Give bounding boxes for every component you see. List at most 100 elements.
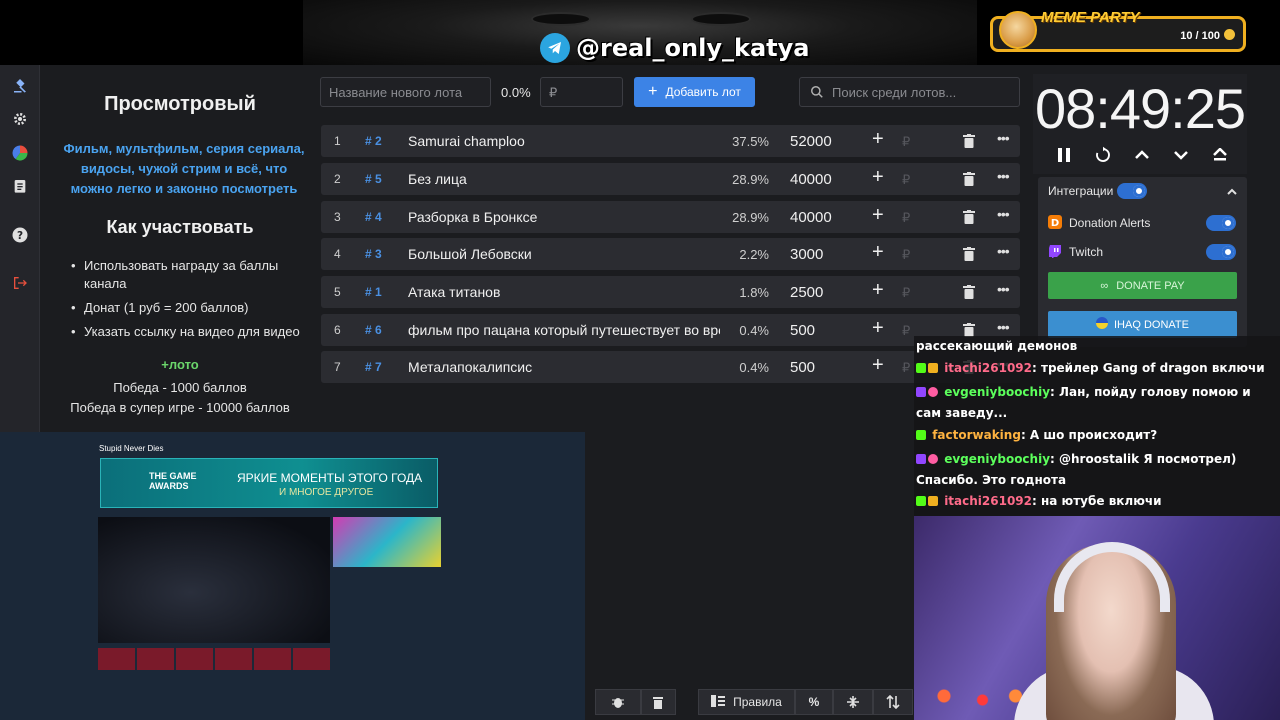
add-lot-button[interactable]: + Добавить лот (634, 77, 755, 107)
delete-all-icon[interactable] (641, 689, 676, 715)
trash-icon[interactable] (963, 210, 975, 227)
rub-input[interactable]: ₽ (902, 134, 910, 150)
lot-id[interactable]: # 1 (365, 285, 382, 299)
table-row[interactable]: 1 # 2 Samurai champloo 37.5% 52000 + ₽ •… (321, 125, 1020, 157)
add-amount-button[interactable]: + (872, 241, 884, 264)
chat-message-text: : на ютубе включи (1032, 494, 1162, 508)
kick-badge-icon (916, 496, 926, 506)
table-row[interactable]: 2 # 5 Без лица 28.9% 40000 + ₽ ••• (321, 163, 1020, 195)
lot-id[interactable]: # 3 (365, 247, 382, 261)
chevron-up-icon[interactable] (1227, 183, 1237, 201)
add-amount-button[interactable]: + (872, 354, 884, 377)
meme-party-widget: MEME PARTY 10 / 100 (990, 9, 1246, 52)
lot-id[interactable]: # 4 (365, 210, 382, 224)
help-icon[interactable]: ? (10, 225, 30, 245)
lot-percent: 1.8% (739, 285, 769, 300)
search-icon (810, 85, 824, 102)
double-up-icon[interactable] (1209, 144, 1231, 166)
rub-input[interactable]: ₽ (902, 210, 910, 226)
new-lot-input[interactable]: Название нового лота (320, 77, 491, 107)
donation-alerts-toggle[interactable] (1206, 215, 1236, 231)
lot-percent: 28.9% (732, 210, 769, 225)
chat-message-text: рассекающий демонов (916, 339, 1078, 353)
lot-id[interactable]: # 6 (365, 323, 382, 337)
search-input[interactable]: Поиск среди лотов... (799, 77, 1020, 107)
chevron-up-icon[interactable] (1131, 144, 1153, 166)
sort-icon[interactable] (873, 689, 913, 715)
chat-message: itachi261092: трейлер Gang of dragon вкл… (916, 358, 1276, 379)
trash-icon[interactable] (963, 172, 975, 189)
trash-icon[interactable] (963, 285, 975, 302)
twitch-badge-icon (916, 387, 926, 397)
doge-icon (999, 11, 1037, 49)
chat-message: evgeniyboochiy: @hroostalik Я посмотрел)… (916, 449, 1276, 491)
rub-input[interactable]: ₽ (902, 172, 910, 188)
add-amount-button[interactable]: + (872, 279, 884, 302)
list-item: Указать ссылку на видео для видео (71, 323, 311, 341)
lot-name[interactable]: Атака титанов (408, 284, 720, 300)
lot-id[interactable]: # 2 (365, 134, 382, 148)
percent-button[interactable]: % (795, 689, 833, 715)
lot-name[interactable]: Samurai champloo (408, 133, 720, 149)
list-item: Использовать награду за баллы канала (71, 257, 311, 293)
add-amount-button[interactable]: + (872, 204, 884, 227)
lot-name[interactable]: Без лица (408, 171, 720, 187)
compress-icon[interactable] (833, 689, 873, 715)
lot-index: 7 (334, 360, 341, 374)
more-icon[interactable]: ••• (997, 130, 1010, 146)
banner-headline: ЯРКИЕ МОМЕНТЫ ЭТОГО ГОДА (237, 471, 423, 485)
lot-name[interactable]: Большой Лебовски (408, 246, 720, 262)
plus-icon: + (648, 83, 658, 100)
trash-icon[interactable] (963, 247, 975, 264)
rub-input[interactable]: ₽ (902, 285, 910, 301)
rub-input[interactable]: ₽ (902, 360, 910, 376)
integrations-title: Интеграции (1048, 184, 1114, 198)
more-icon[interactable]: ••• (997, 168, 1010, 184)
lot-name[interactable]: Разборка в Бронксе (408, 209, 720, 225)
clipboard-icon[interactable] (10, 176, 30, 196)
twitch-toggle[interactable] (1206, 244, 1236, 260)
bug-icon[interactable] (595, 689, 641, 715)
gavel-icon[interactable] (10, 75, 30, 95)
add-amount-button[interactable]: + (872, 317, 884, 340)
trash-icon[interactable] (963, 134, 975, 151)
rub-input[interactable]: ₽ (902, 247, 910, 263)
lot-amount: 3000 (790, 246, 824, 263)
super-game-points-text: Победа в супер игре - 10000 баллов (70, 400, 290, 415)
lot-name[interactable]: фильм про пацана который путешествует во… (408, 322, 720, 338)
pause-icon[interactable] (1053, 144, 1075, 166)
add-amount-button[interactable]: + (872, 128, 884, 151)
more-icon[interactable]: ••• (997, 281, 1010, 297)
steam-video-player[interactable] (98, 517, 330, 643)
logout-icon[interactable] (10, 273, 30, 293)
timer-panel: 08:49:25 (1033, 74, 1247, 174)
rules-button[interactable]: Правила (698, 689, 795, 715)
lot-name[interactable]: Металапокалипсис (408, 359, 720, 375)
restart-icon[interactable] (1092, 144, 1114, 166)
table-row[interactable]: 4 # 3 Большой Лебовски 2.2% 3000 + ₽ ••• (321, 238, 1020, 270)
rub-input[interactable]: ₽ (902, 323, 910, 339)
more-icon[interactable]: ••• (997, 319, 1010, 335)
lotto-label: +лото (161, 357, 199, 372)
info-panel: Просмотровый Фильм, мультфильм, серия се… (41, 65, 319, 435)
more-icon[interactable]: ••• (997, 206, 1010, 222)
donate-pay-button[interactable]: ∞ DONATE PAY (1048, 272, 1237, 299)
amount-input[interactable]: ₽ (540, 77, 623, 107)
kick-badge-icon (916, 363, 926, 373)
gear-icon[interactable] (10, 109, 30, 129)
rules-icon (711, 694, 726, 710)
add-amount-button[interactable]: + (872, 166, 884, 189)
table-row[interactable]: 3 # 4 Разборка в Бронксе 28.9% 40000 + ₽… (321, 201, 1020, 233)
chat-username: evgeniyboochiy (944, 452, 1051, 466)
chevron-down-icon[interactable] (1170, 144, 1192, 166)
table-row[interactable]: 5 # 1 Атака титанов 1.8% 2500 + ₽ ••• (321, 276, 1020, 308)
ihaq-donate-button[interactable]: IHAQ DONATE (1048, 311, 1237, 338)
lot-id[interactable]: # 7 (365, 360, 382, 374)
steam-thumbnails[interactable] (98, 648, 330, 670)
pie-chart-icon[interactable] (10, 143, 30, 163)
heart-badge-icon (928, 387, 938, 397)
integrations-toggle[interactable] (1117, 183, 1147, 199)
more-icon[interactable]: ••• (997, 243, 1010, 259)
win-points-text: Победа - 1000 баллов (113, 380, 247, 395)
lot-id[interactable]: # 5 (365, 172, 382, 186)
